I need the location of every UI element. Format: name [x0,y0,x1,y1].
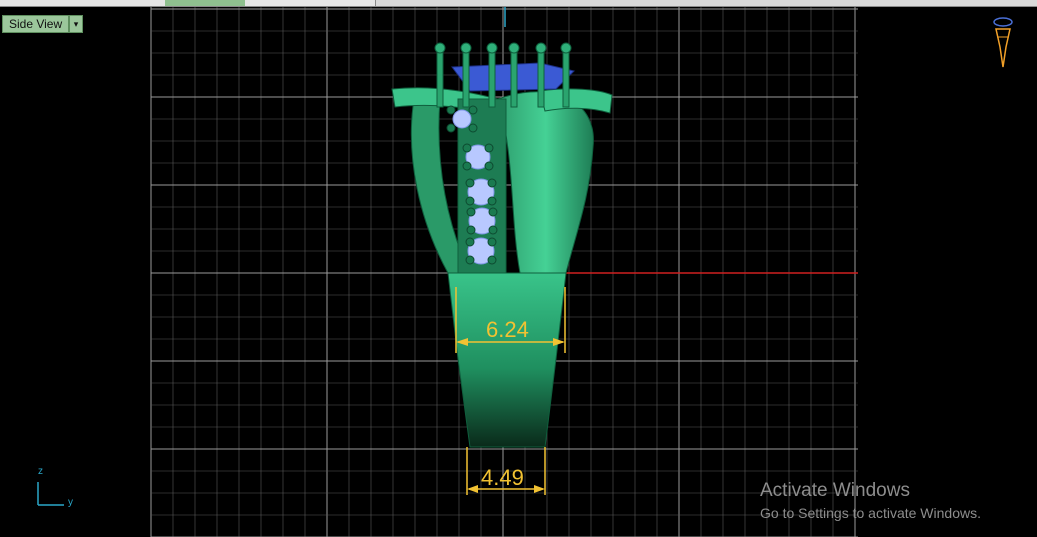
shank [447,272,567,448]
cad-canvas[interactable] [0,7,1037,537]
axis-triad [37,482,64,506]
ring-orientation-icon[interactable] [993,17,1013,68]
tab-active[interactable] [165,0,246,6]
side-view-viewport[interactable]: Side View ▾ 6.24 4.49 z y Activate Windo… [0,7,1037,537]
view-name-label[interactable]: Side View [2,15,70,33]
chevron-down-icon[interactable]: ▾ [69,15,83,33]
y-axis-label: y [68,497,73,508]
tab[interactable] [340,0,376,6]
document-tab-strip [0,0,1037,7]
tab[interactable] [245,0,341,6]
ring-model[interactable] [391,42,613,448]
right-shoulder [497,91,594,274]
dimension-lower-value: 4.49 [481,465,524,490]
dimension-upper-value: 6.24 [486,317,529,342]
tab[interactable] [0,0,81,6]
tab[interactable] [80,0,166,6]
activation-watermark-subtitle: Go to Settings to activate Windows. [760,505,981,521]
z-axis-label: z [38,466,43,477]
activation-watermark-title: Activate Windows [760,480,910,501]
